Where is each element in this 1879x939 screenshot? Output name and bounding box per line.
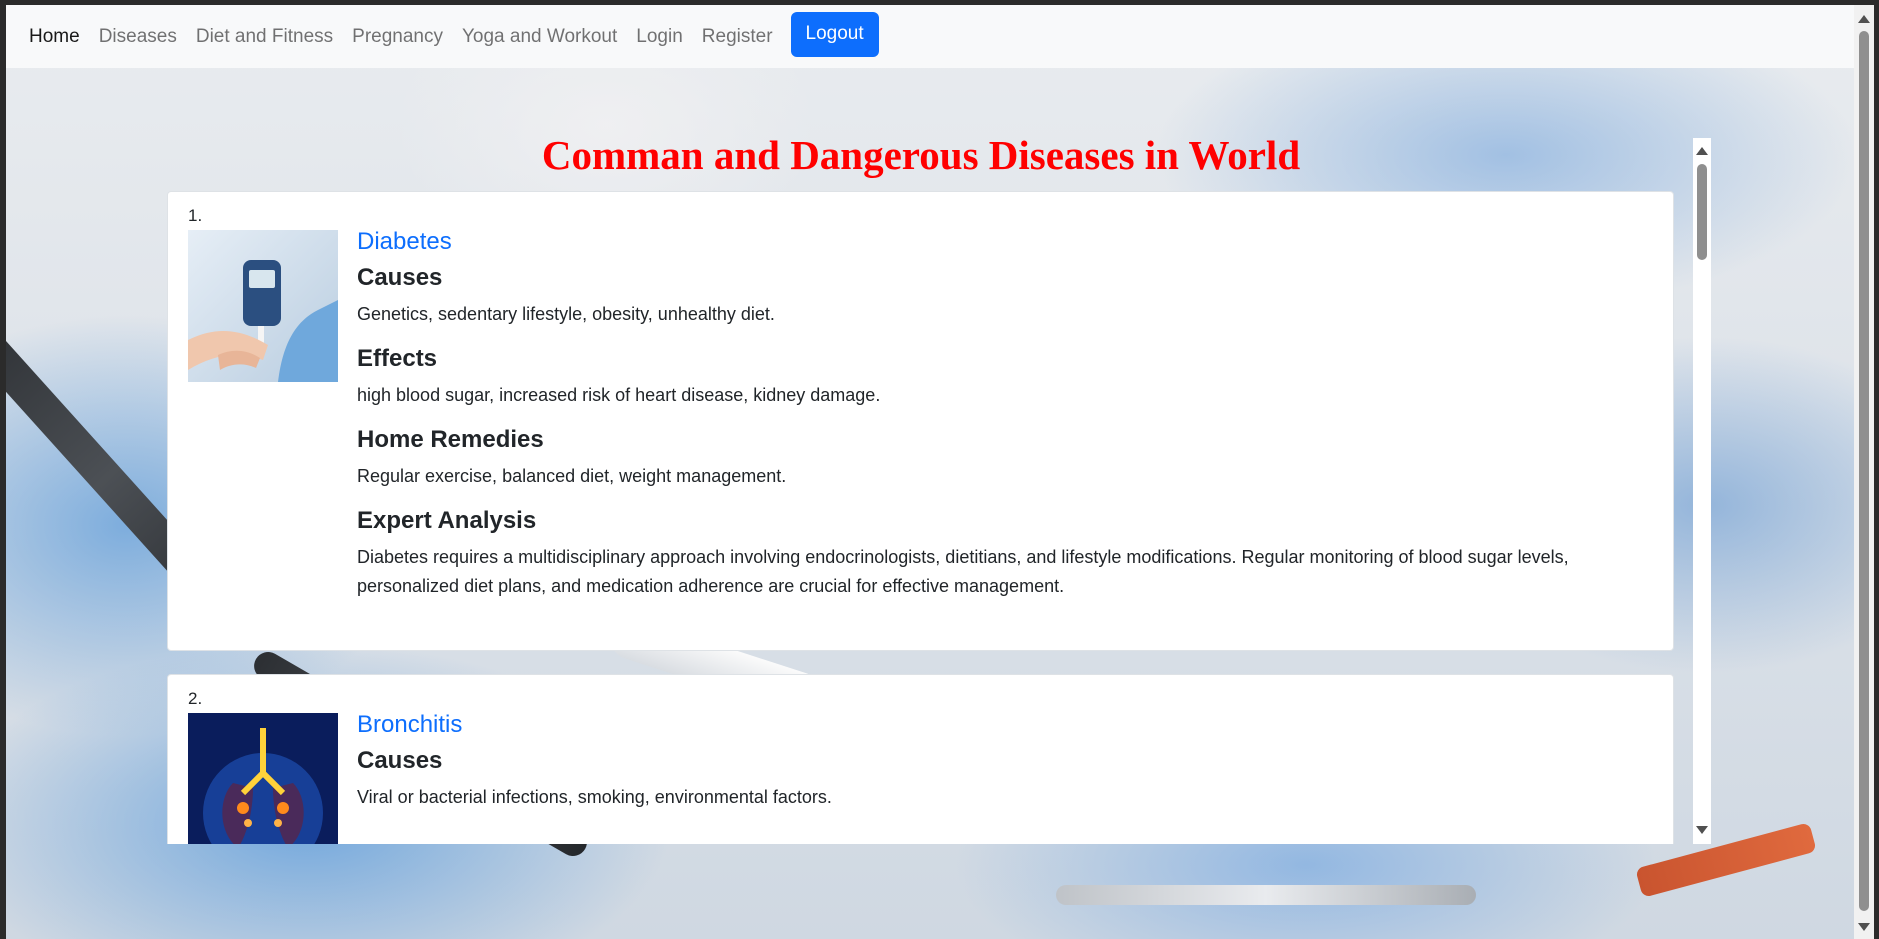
scroll-up-arrow-icon[interactable] xyxy=(1696,147,1708,155)
analysis-heading: Expert Analysis xyxy=(357,507,537,534)
disease-content: Diabetes Causes Genetics, sedentary life… xyxy=(357,228,1633,617)
remedies-text: Regular exercise, balanced diet, weight … xyxy=(357,466,787,486)
nav-register[interactable]: Register xyxy=(702,26,773,48)
scroll-down-arrow-icon[interactable] xyxy=(1696,826,1708,834)
scroll-up-arrow-icon[interactable] xyxy=(1858,15,1870,23)
page-title: Comman and Dangerous Diseases in World xyxy=(541,132,1301,178)
causes-text: Viral or bacterial infections, smoking, … xyxy=(357,787,832,807)
nav-home[interactable]: Home xyxy=(29,26,80,48)
disease-title-link[interactable]: Diabetes xyxy=(357,228,1633,256)
nav-yoga-workout[interactable]: Yoga and Workout xyxy=(462,26,617,48)
effects-text: high blood sugar, increased risk of hear… xyxy=(357,385,881,405)
diabetes-image xyxy=(188,230,338,382)
analysis-text: Diabetes requires a multidisciplinary ap… xyxy=(357,547,1569,596)
disease-number: 2. xyxy=(188,689,203,708)
scrollbar-thumb[interactable] xyxy=(1859,31,1869,911)
page-scrollbar[interactable] xyxy=(1854,5,1874,939)
browser-viewport: Home Diseases Diet and Fitness Pregnancy… xyxy=(6,5,1854,939)
disease-content: Bronchitis Causes Viral or bacterial inf… xyxy=(357,711,1633,828)
effects-heading: Effects xyxy=(357,345,438,372)
scrollbar-thumb[interactable] xyxy=(1697,164,1707,260)
list-scrollbar[interactable] xyxy=(1693,138,1711,844)
remedies-heading: Home Remedies xyxy=(357,426,544,453)
disease-title-link[interactable]: Bronchitis xyxy=(357,711,1633,739)
causes-text: Genetics, sedentary lifestyle, obesity, … xyxy=(357,304,775,324)
nav-pregnancy[interactable]: Pregnancy xyxy=(352,26,443,48)
disease-card: 2. Bronchitis Causes Viral or bacterial … xyxy=(167,674,1674,844)
disease-number: 1. xyxy=(188,206,203,225)
nav-diet-fitness[interactable]: Diet and Fitness xyxy=(196,26,333,48)
nav-login[interactable]: Login xyxy=(636,26,683,48)
causes-heading: Causes xyxy=(357,747,443,774)
disease-card: 1. Diabetes Causes Genetics, sedentary l… xyxy=(167,191,1674,651)
diseases-list[interactable]: 1. Diabetes Causes Genetics, sedentary l… xyxy=(167,191,1677,844)
scroll-down-arrow-icon[interactable] xyxy=(1858,923,1870,931)
causes-heading: Causes xyxy=(357,264,443,291)
top-navbar: Home Diseases Diet and Fitness Pregnancy… xyxy=(6,5,1854,68)
nav-diseases[interactable]: Diseases xyxy=(99,26,177,48)
bronchitis-image xyxy=(188,713,338,844)
logout-button[interactable]: Logout xyxy=(790,11,879,57)
